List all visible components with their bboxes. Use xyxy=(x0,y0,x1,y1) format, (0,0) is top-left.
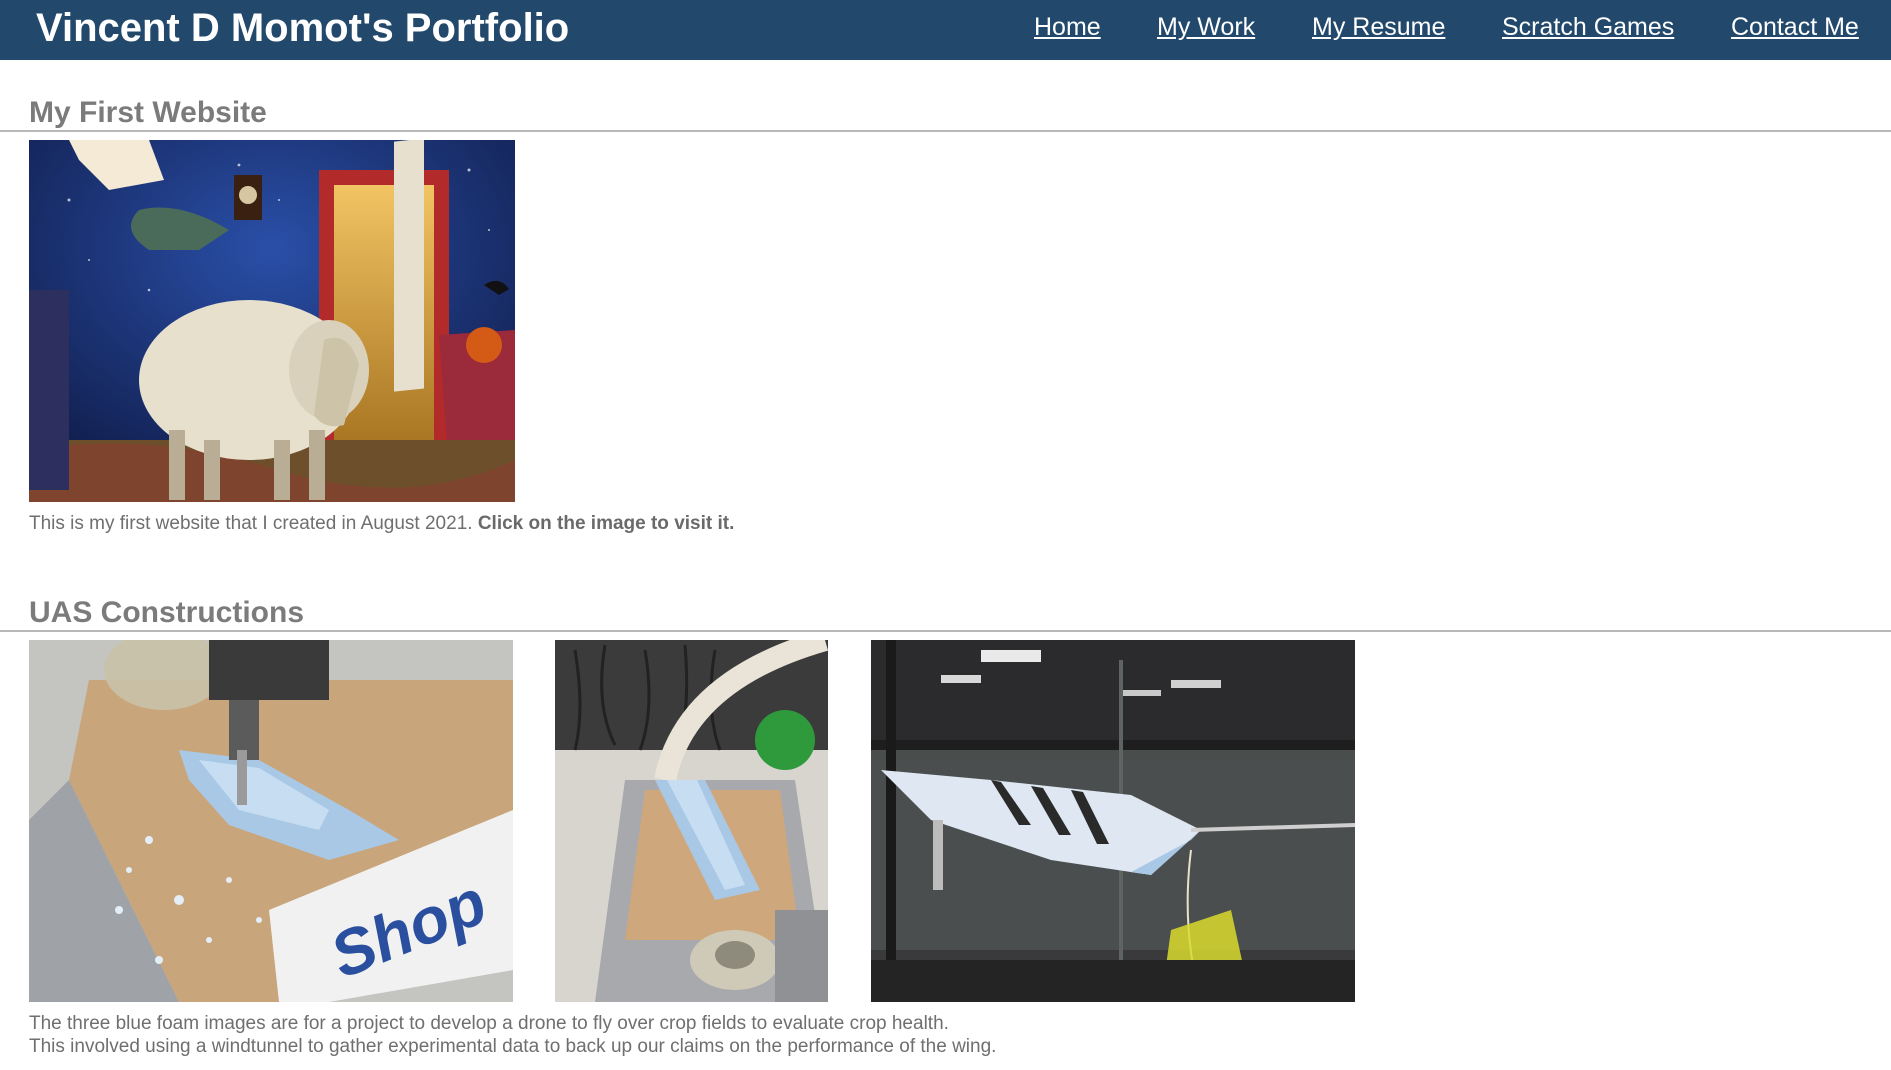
nav-my-resume-link[interactable]: My Resume xyxy=(1312,12,1445,42)
first-website-image-link[interactable] xyxy=(29,140,515,502)
header-bar: Vincent D Momot's Portfolio Home My Work… xyxy=(0,0,1891,60)
section-divider xyxy=(0,630,1891,632)
nav-contact-me-link[interactable]: Contact Me xyxy=(1731,12,1859,42)
nav-scratch-games-link[interactable]: Scratch Games xyxy=(1502,12,1674,42)
site-title[interactable]: Vincent D Momot's Portfolio xyxy=(36,2,569,54)
uas-windtunnel-wing-image xyxy=(871,640,1355,1002)
nav-home-link[interactable]: Home xyxy=(1034,12,1101,42)
first-website-caption-cta: Click on the image to visit it. xyxy=(477,513,735,534)
nav-my-work-link[interactable]: My Work xyxy=(1157,12,1255,42)
section-divider xyxy=(0,130,1891,132)
uas-foam-bar-photo xyxy=(555,640,828,1002)
uas-windtunnel-wing-photo xyxy=(871,640,1355,1002)
uas-foam-bar-image xyxy=(555,640,828,1002)
first-website-caption-text: This is my first website that I created … xyxy=(29,513,473,534)
section-title-uas-constructions: UAS Constructions xyxy=(29,596,305,629)
first-website-image xyxy=(29,140,515,502)
uas-foam-cnc-photo: Shop xyxy=(29,640,513,1002)
uas-caption-line-1: The three blue foam images are for a pro… xyxy=(29,1013,949,1034)
section-title-first-website: My First Website xyxy=(29,96,267,129)
uas-caption-line-2: This involved using a windtunnel to gath… xyxy=(29,1036,997,1057)
uas-foam-cnc-image: Shop xyxy=(29,640,513,1002)
first-website-caption: This is my first website that I created … xyxy=(29,512,734,535)
